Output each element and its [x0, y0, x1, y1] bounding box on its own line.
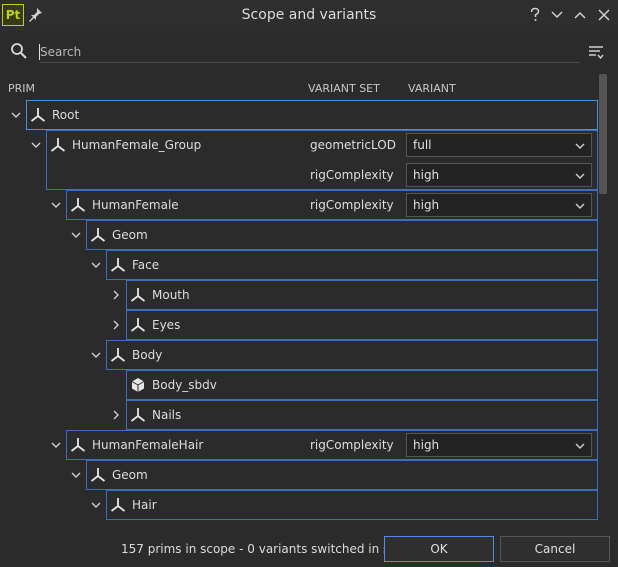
column-header-variant-set[interactable]: VARIANT SET: [308, 82, 380, 95]
column-headers: PRIM VARIANT SET VARIANT: [0, 78, 600, 98]
help-icon[interactable]: [526, 6, 544, 24]
prim-label: Geom: [112, 468, 148, 482]
ok-button[interactable]: OK: [384, 536, 494, 562]
chevron-down-icon: [575, 443, 585, 449]
tree-row-frame: [126, 400, 598, 430]
xform-icon: [90, 228, 106, 242]
prim-label: HumanFemaleHair: [92, 438, 204, 452]
tree-row[interactable]: Hair: [0, 490, 600, 520]
xform-icon: [70, 198, 86, 212]
search-icon: [11, 43, 27, 59]
chevron-down-icon[interactable]: [10, 109, 22, 121]
tree-row[interactable]: HumanFemaleHair rigComplexity high: [0, 430, 600, 460]
prim-label: Mouth: [152, 288, 190, 302]
prim-label: Body: [132, 348, 163, 362]
variant-value: high: [413, 198, 440, 212]
prim-label: Body_sbdv: [152, 378, 217, 392]
prim-label: Hair: [132, 498, 157, 512]
xform-icon: [110, 498, 126, 512]
tree-row[interactable]: Nails: [0, 400, 600, 430]
xform-icon: [50, 138, 66, 152]
tree-row-frame: [26, 100, 598, 130]
prim-label: HumanFemale_Group: [72, 138, 202, 152]
tree-row-frame: [86, 460, 598, 490]
tree-row[interactable]: Face: [0, 250, 600, 280]
filter-menu-icon[interactable]: [588, 44, 604, 60]
xform-icon: [130, 288, 146, 302]
chevron-down-icon: [575, 203, 585, 209]
chevron-down-icon[interactable]: [90, 259, 102, 271]
variant-set-label: geometricLOD: [310, 138, 396, 152]
tree-row[interactable]: Geom: [0, 220, 600, 250]
close-icon[interactable]: [595, 6, 613, 24]
prim-label: Nails: [152, 408, 182, 422]
variant-set-label: rigComplexity: [310, 438, 394, 452]
tree-row[interactable]: Root: [0, 100, 600, 130]
variant-value: full: [413, 138, 432, 152]
text-cursor: [39, 44, 40, 60]
search-bar: [0, 36, 618, 70]
variant-set-label: rigComplexity: [310, 168, 394, 182]
xform-icon: [90, 468, 106, 482]
xform-icon: [110, 258, 126, 272]
chevron-down-icon[interactable]: [90, 349, 102, 361]
variant-dropdown[interactable]: high: [406, 193, 592, 217]
maximize-icon[interactable]: [571, 6, 589, 24]
mesh-icon: [131, 378, 145, 392]
variant-dropdown[interactable]: high: [406, 433, 592, 457]
chevron-down-icon[interactable]: [30, 139, 42, 151]
prim-label: Eyes: [152, 318, 181, 332]
variant-set-label: rigComplexity: [310, 198, 394, 212]
prim-label: Root: [52, 108, 80, 122]
status-text: 157 prims in scope - 0 variants switched…: [121, 542, 419, 556]
xform-icon: [110, 348, 126, 362]
minimize-icon[interactable]: [548, 6, 566, 24]
scrollbar-thumb[interactable]: [599, 74, 607, 194]
dialog-footer: 157 prims in scope - 0 variants switched…: [0, 528, 618, 567]
chevron-right-icon[interactable]: [110, 409, 122, 421]
prim-tree: Root HumanFemale_Group geometricLOD full rig…: [0, 100, 600, 528]
tree-row-frame: [126, 280, 598, 310]
chevron-down-icon[interactable]: [50, 439, 62, 451]
tree-row[interactable]: Geom: [0, 460, 600, 490]
tree-row[interactable]: Eyes: [0, 310, 600, 340]
tree-row-frame: [126, 310, 598, 340]
search-input[interactable]: [40, 41, 580, 63]
xform-icon: [70, 438, 86, 452]
title-bar: Pt Scope and variants: [0, 0, 618, 31]
chevron-down-icon[interactable]: [70, 229, 82, 241]
tree-row-frame: [86, 220, 598, 250]
tree-row[interactable]: Mouth: [0, 280, 600, 310]
cancel-button[interactable]: Cancel: [500, 536, 610, 562]
chevron-down-icon: [575, 143, 585, 149]
chevron-right-icon[interactable]: [110, 319, 122, 331]
tree-row[interactable]: Body_sbdv: [0, 370, 600, 400]
chevron-down-icon: [575, 173, 585, 179]
xform-icon: [130, 318, 146, 332]
column-header-prim[interactable]: PRIM: [8, 82, 35, 95]
tree-row-frame: [106, 490, 598, 520]
tree-row-variant-continuation[interactable]: rigComplexity high: [0, 159, 600, 190]
chevron-down-icon[interactable]: [50, 199, 62, 211]
prim-label: Geom: [112, 228, 148, 242]
column-header-variant[interactable]: VARIANT: [408, 82, 456, 95]
variant-value: high: [413, 168, 440, 182]
tree-row[interactable]: HumanFemale rigComplexity high: [0, 190, 600, 220]
tree-row-frame: [106, 340, 598, 370]
chevron-right-icon[interactable]: [110, 289, 122, 301]
xform-icon: [130, 408, 146, 422]
chevron-down-icon[interactable]: [70, 469, 82, 481]
chevron-down-icon[interactable]: [90, 499, 102, 511]
vertical-scrollbar[interactable]: [598, 74, 608, 528]
tree-row-frame: [106, 250, 598, 280]
tree-row[interactable]: HumanFemale_Group geometricLOD full: [0, 130, 600, 161]
xform-icon: [30, 108, 46, 122]
prim-label: Face: [132, 258, 160, 272]
variant-dropdown[interactable]: high: [406, 163, 592, 187]
tree-row[interactable]: Body: [0, 340, 600, 370]
prim-label: HumanFemale: [92, 198, 179, 212]
variant-dropdown[interactable]: full: [406, 133, 592, 157]
variant-value: high: [413, 438, 440, 452]
